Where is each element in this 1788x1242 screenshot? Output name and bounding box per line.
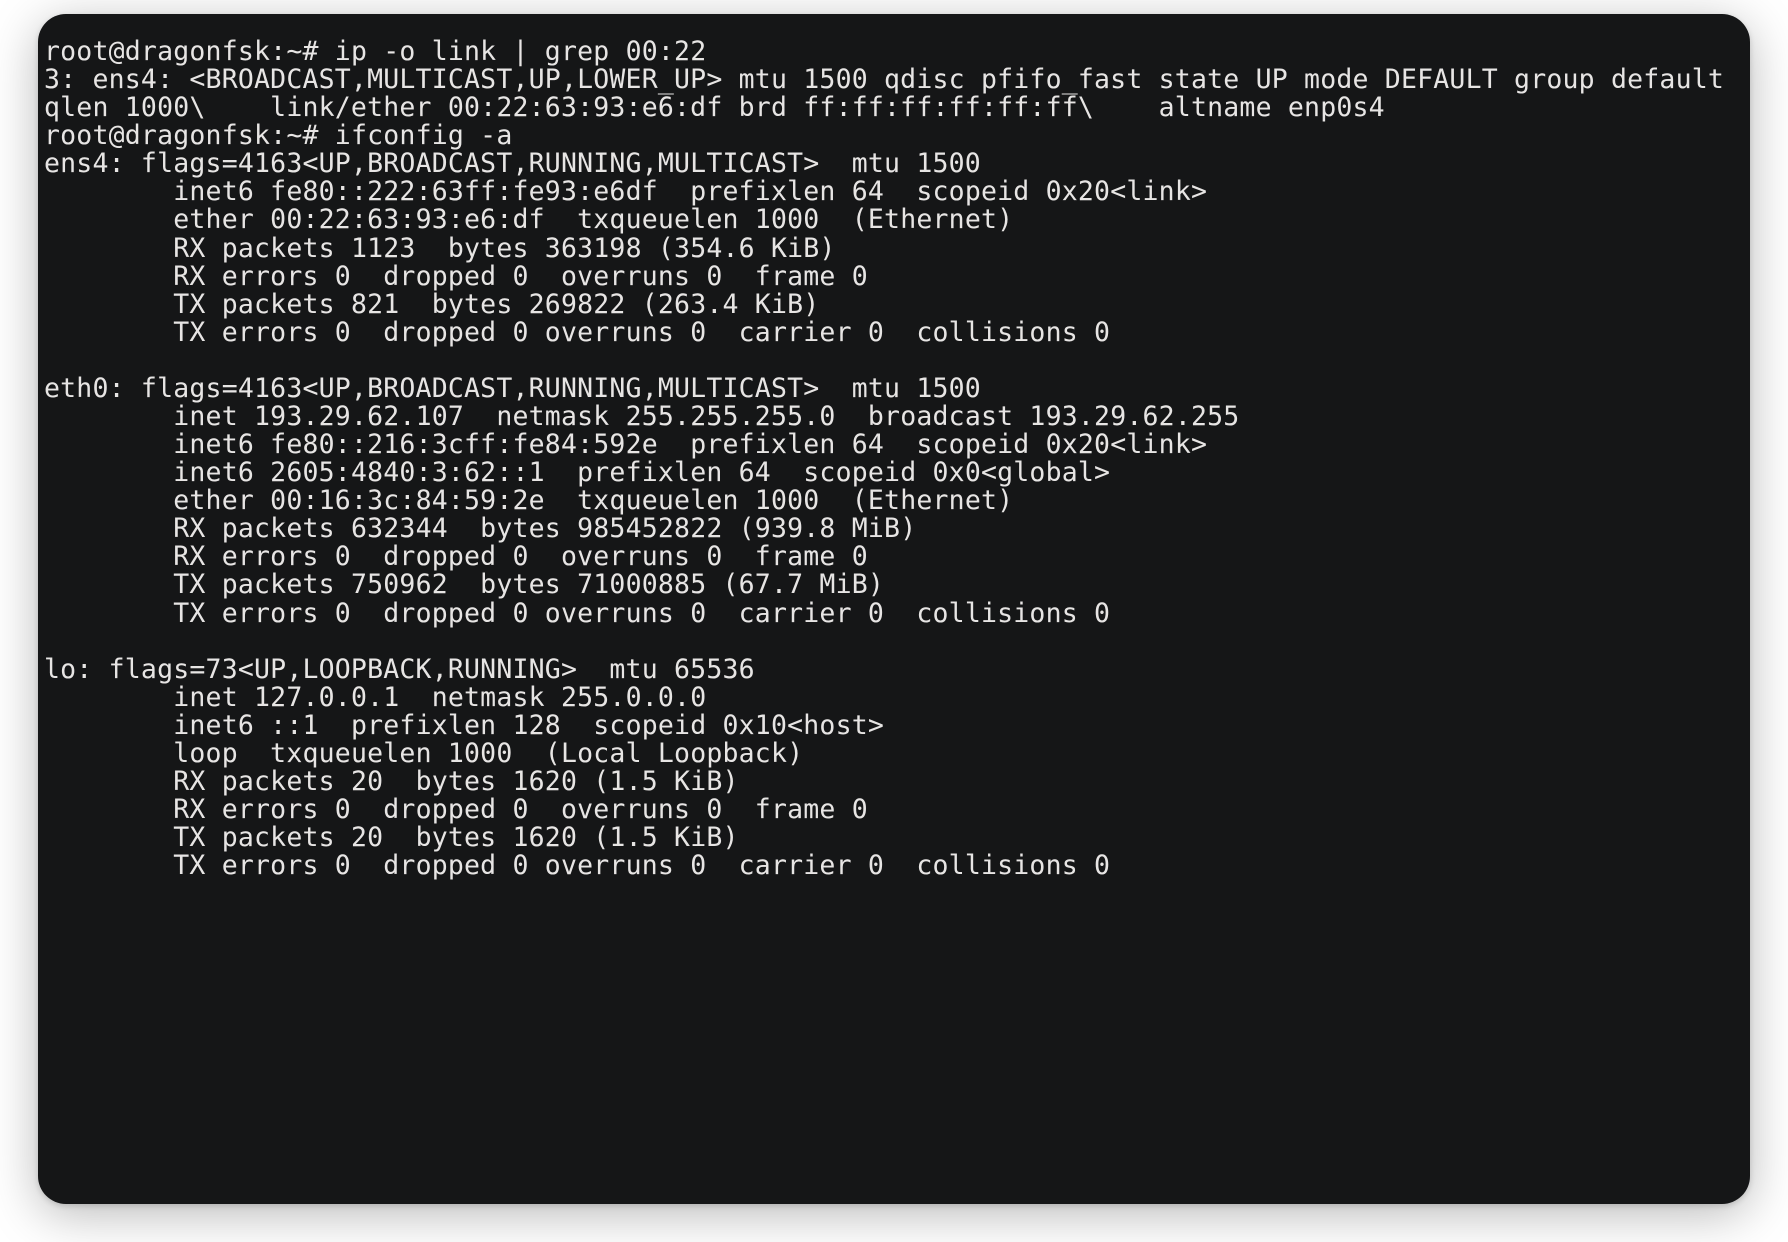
cmd1-output: 3: ens4: <BROADCAST,MULTICAST,UP,LOWER_U… [44,64,1740,123]
iface-lo-line: TX errors 0 dropped 0 overruns 0 carrier… [44,850,1110,881]
iface-lo-header: lo: flags=73<UP,LOOPBACK,RUNNING> mtu 65… [44,654,755,685]
iface-lo-line: RX errors 0 dropped 0 overruns 0 frame 0 [44,794,868,825]
command-input[interactable]: ifconfig -a [335,120,513,151]
iface-eth0-header: eth0: flags=4163<UP,BROADCAST,RUNNING,MU… [44,373,981,404]
iface-eth0-line: inet6 fe80::216:3cff:fe84:592e prefixlen… [44,429,1207,460]
terminal-window[interactable]: root@dragonfsk:~# ip -o link | grep 00:2… [38,14,1750,1204]
iface-ens4-line: ether 00:22:63:93:e6:df txqueuelen 1000 … [44,204,1013,235]
cwd: ~ [286,36,302,67]
iface-lo-line: TX packets 20 bytes 1620 (1.5 KiB) [44,822,739,853]
iface-eth0-line: RX packets 632344 bytes 985452822 (939.8… [44,513,916,544]
iface-eth0-line: inet6 2605:4840:3:62::1 prefixlen 64 sco… [44,457,1110,488]
iface-eth0-line: TX packets 750962 bytes 71000885 (67.7 M… [44,569,884,600]
terminal-output[interactable]: root@dragonfsk:~# ip -o link | grep 00:2… [44,38,1744,880]
shell-prompt: root@dragonfsk:~# [44,120,335,151]
iface-eth0-line: TX errors 0 dropped 0 overruns 0 carrier… [44,598,1110,629]
iface-ens4-line: RX errors 0 dropped 0 overruns 0 frame 0 [44,261,868,292]
iface-lo-line: inet6 ::1 prefixlen 128 scopeid 0x10<hos… [44,710,884,741]
iface-ens4-line: RX packets 1123 bytes 363198 (354.6 KiB) [44,233,836,264]
iface-lo-line: loop txqueuelen 1000 (Local Loopback) [44,738,803,769]
iface-lo-line: inet 127.0.0.1 netmask 255.0.0.0 [44,682,706,713]
iface-ens4-line: inet6 fe80::222:63ff:fe93:e6df prefixlen… [44,176,1207,207]
iface-eth0-line: RX errors 0 dropped 0 overruns 0 frame 0 [44,541,868,572]
iface-ens4-line: TX packets 821 bytes 269822 (263.4 KiB) [44,289,819,320]
iface-lo-line: RX packets 20 bytes 1620 (1.5 KiB) [44,766,739,797]
cwd: ~ [286,120,302,151]
iface-eth0-line: ether 00:16:3c:84:59:2e txqueuelen 1000 … [44,485,1013,516]
prompt-char: # [302,36,318,67]
iface-ens4-header: ens4: flags=4163<UP,BROADCAST,RUNNING,MU… [44,148,981,179]
iface-ens4-line: TX errors 0 dropped 0 overruns 0 carrier… [44,317,1110,348]
shell-prompt: root@dragonfsk:~# [44,36,335,67]
prompt-char: # [302,120,318,151]
host: root@dragonfsk [44,120,270,151]
iface-eth0-line: inet 193.29.62.107 netmask 255.255.255.0… [44,401,1239,432]
host: root@dragonfsk [44,36,270,67]
command-input[interactable]: ip -o link | grep 00:22 [335,36,707,67]
